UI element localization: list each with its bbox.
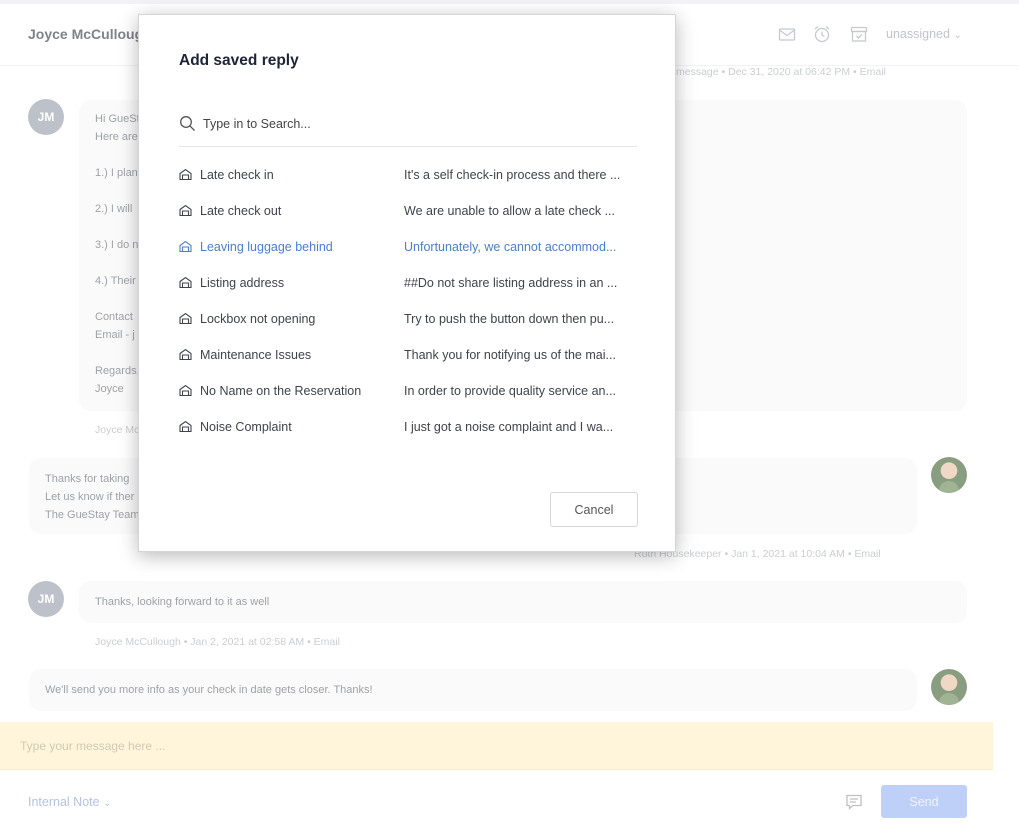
- saved-reply-preview: Thank you for notifying us of the mai...: [404, 348, 616, 362]
- saved-reply-item[interactable]: Late check in It's a self check-in proce…: [179, 157, 639, 193]
- saved-reply-icon: [179, 204, 192, 217]
- saved-reply-name: Lockbox not opening: [200, 312, 316, 326]
- saved-reply-preview: In order to provide quality service an..…: [404, 384, 616, 398]
- saved-reply-icon: [179, 240, 192, 253]
- modal-title: Add saved reply: [179, 52, 299, 69]
- saved-reply-modal: Add saved reply Late check in It's a sel…: [138, 14, 676, 552]
- search-input[interactable]: [203, 114, 623, 134]
- saved-reply-icon: [179, 276, 192, 289]
- saved-reply-name: Late check in: [200, 168, 274, 182]
- saved-reply-item[interactable]: Listing address ##Do not share listing a…: [179, 265, 639, 301]
- saved-reply-icon: [179, 348, 192, 361]
- saved-reply-icon: [179, 312, 192, 325]
- saved-reply-preview: ##Do not share listing address in an ...: [404, 276, 618, 290]
- saved-reply-name: No Name on the Reservation: [200, 384, 362, 398]
- saved-reply-icon: [179, 168, 192, 181]
- saved-reply-name: Noise Complaint: [200, 420, 292, 434]
- saved-reply-name: Maintenance Issues: [200, 348, 312, 362]
- search-row: [179, 111, 637, 147]
- saved-reply-preview: It's a self check-in process and there .…: [404, 168, 621, 182]
- saved-reply-preview: Try to push the button down then pu...: [404, 312, 615, 326]
- saved-reply-name: Listing address: [200, 276, 285, 290]
- saved-reply-item[interactable]: Lockbox not opening Try to push the butt…: [179, 301, 639, 337]
- saved-reply-item[interactable]: Noise Complaint I just got a noise compl…: [179, 409, 639, 445]
- saved-reply-item[interactable]: No Name on the Reservation In order to p…: [179, 373, 639, 409]
- saved-reply-icon: [179, 420, 192, 433]
- saved-reply-item[interactable]: Maintenance Issues Thank you for notifyi…: [179, 337, 639, 373]
- saved-reply-name: Late check out: [200, 204, 282, 218]
- saved-reply-preview: I just got a noise complaint and I wa...: [404, 420, 614, 434]
- saved-reply-item[interactable]: Leaving luggage behind Unfortunately, we…: [179, 229, 639, 265]
- saved-reply-preview: We are unable to allow a late check ...: [404, 204, 615, 218]
- saved-reply-item[interactable]: Late check out We are unable to allow a …: [179, 193, 639, 229]
- saved-reply-icon: [179, 384, 192, 397]
- saved-reply-name: Leaving luggage behind: [200, 240, 333, 254]
- saved-reply-preview: Unfortunately, we cannot accommod...: [404, 240, 617, 254]
- cancel-button[interactable]: Cancel: [550, 492, 638, 527]
- search-icon: [180, 116, 195, 131]
